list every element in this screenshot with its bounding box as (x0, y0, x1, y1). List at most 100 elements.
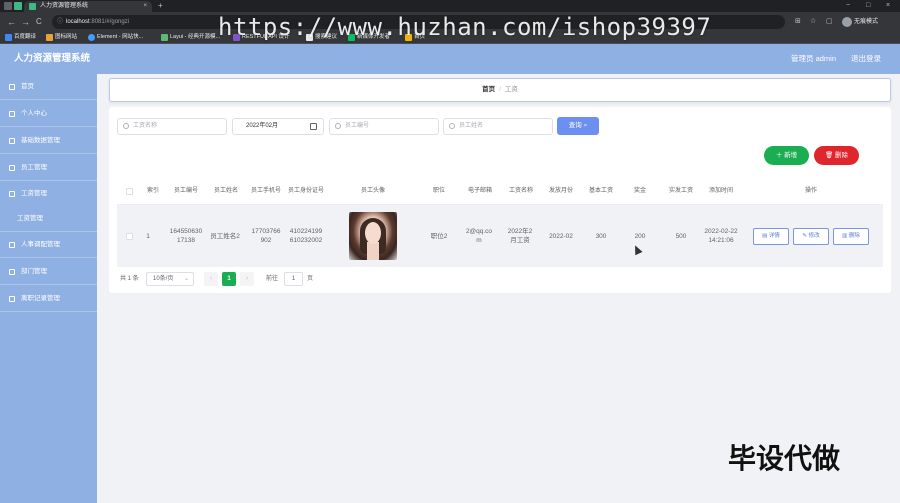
info-icon: ⓘ (57, 19, 64, 25)
search-icon (449, 123, 455, 129)
table-row[interactable]: 1 16455063017138 员工姓名2 17703766902 41022… (117, 205, 883, 267)
back-arrow-icon[interactable]: ← (7, 12, 16, 32)
edit-button[interactable]: ✎ 修改 (793, 227, 829, 245)
page-number-current[interactable]: 1 (222, 272, 236, 286)
sidebar-item-employees[interactable]: 员工管理 (0, 155, 97, 181)
sidebar: 首页 个人中心 基础数据管理 员工管理 工资管理 工资管理 人事调配管理 部门管… (0, 74, 97, 503)
sidebar-item-departments[interactable]: 部门管理 (0, 259, 97, 285)
sidebar-subitem-salary[interactable]: 工资管理 (0, 206, 97, 232)
cell-index: 1 (146, 232, 150, 240)
sidebar-item-base-data[interactable]: 基础数据管理 (0, 128, 97, 154)
watermark-text: https://www.huzhan.com/ishop39397 (218, 13, 712, 41)
reload-icon[interactable]: C (36, 12, 42, 32)
logout-link[interactable]: 退出登录 (851, 44, 881, 74)
page-size-select[interactable]: 10条/页 ⌄ (146, 272, 194, 286)
cell-salary-name: 2022年2月工资 (507, 228, 533, 244)
bookmark-item[interactable]: Element - 网站快... (88, 32, 143, 43)
search-icon: ⌕ (583, 122, 588, 129)
search-button[interactable]: 查询 ⌕ (557, 117, 599, 135)
browser-tab-title: 人力资源管理系统 (40, 3, 89, 9)
star-icon[interactable]: ☆ (810, 12, 816, 32)
promo-text: 毕设代做 (728, 442, 841, 475)
employee-number-input[interactable]: 员工编号 (329, 118, 439, 135)
browser-tab-active[interactable]: 人力资源管理系统 × (24, 1, 152, 12)
forward-arrow-icon[interactable]: → (21, 12, 30, 32)
sidebar-divider (0, 126, 97, 127)
incognito-profile[interactable]: 无痕模式 (842, 16, 878, 28)
cell-operations: ▤ 详情 ✎ 修改 ▥ 删除 (747, 205, 875, 267)
column-header: 实发工资 (668, 188, 693, 194)
trash-icon: ▥ (842, 232, 848, 239)
bookmark-icon (88, 34, 95, 41)
pinned-tab-icon[interactable] (4, 2, 12, 10)
current-user: 管理员 admin (791, 54, 837, 63)
pinned-tab-vue-icon[interactable] (14, 2, 22, 10)
url-path: :8081/#/gongzi (89, 19, 130, 25)
detail-button[interactable]: ▤ 详情 (753, 227, 789, 245)
column-header: 职位 (432, 188, 445, 194)
breadcrumb-separator: / (499, 86, 501, 93)
cell-position: 职位2 (430, 232, 448, 240)
url-host: localhost (66, 19, 90, 25)
batch-delete-button[interactable]: 🗑 删除 (814, 146, 859, 165)
sidebar-item-home[interactable]: 首页 (0, 74, 97, 100)
browser-tab-bar: 人力资源管理系统 × + − □ × (0, 0, 900, 12)
column-header: 工资名称 (508, 188, 533, 194)
sidebar-item-resignations[interactable]: 离职记录管理 (0, 286, 97, 312)
sidebar-divider (0, 257, 97, 258)
sidebar-item-salary[interactable]: 工资管理 (0, 181, 97, 207)
window-maximize-button[interactable]: □ (866, 0, 870, 12)
column-header: 员工头像 (360, 188, 385, 194)
transfer-icon (9, 242, 15, 248)
bookmark-icon (5, 34, 12, 41)
extensions-icon[interactable]: ▢ (826, 12, 833, 32)
dept-icon (9, 269, 15, 275)
vue-favicon-icon (29, 3, 36, 10)
people-icon (9, 165, 15, 171)
cell-employee-number: 16455063017138 (169, 228, 203, 244)
profile-label: 无痕模式 (854, 19, 879, 25)
add-button[interactable]: ＋ 新增 (764, 146, 809, 165)
goto-page-input[interactable]: 1 (284, 272, 303, 286)
tab-close-icon[interactable]: × (143, 1, 147, 12)
pagination-total: 共 1 条 (120, 276, 139, 282)
home-icon (9, 84, 15, 90)
employee-avatar[interactable] (349, 212, 397, 260)
column-header: 员工编号 (173, 188, 198, 194)
salary-name-input[interactable]: 工资名称 (117, 118, 227, 135)
row-delete-button[interactable]: ▥ 删除 (833, 227, 869, 245)
sidebar-item-transfer[interactable]: 人事调配管理 (0, 232, 97, 258)
month-picker[interactable]: 2022年02月 (232, 118, 324, 135)
goto-suffix: 页 (307, 276, 314, 282)
cell-avatar (339, 205, 407, 267)
bookmark-icon (46, 34, 53, 41)
bookmark-item[interactable]: 图标网站 (46, 32, 77, 43)
row-checkbox[interactable] (125, 232, 133, 240)
bookmark-item[interactable]: 百度翻译 (5, 32, 36, 43)
sidebar-item-profile[interactable]: 个人中心 (0, 101, 97, 127)
search-icon (335, 123, 341, 129)
cell-id-card: 410224199610232002 (289, 228, 323, 244)
prev-page-button[interactable]: ‹ (204, 272, 218, 286)
next-page-button[interactable]: › (240, 272, 254, 286)
column-header: 奖金 (633, 188, 646, 194)
cell-month: 2022-02 (549, 232, 573, 240)
window-close-button[interactable]: × (886, 0, 890, 12)
calendar-icon[interactable] (310, 123, 317, 130)
incognito-icon (842, 17, 852, 27)
sidebar-divider (0, 311, 97, 312)
select-all-checkbox-cell (117, 177, 141, 205)
translate-icon[interactable]: ⊞ (795, 12, 801, 32)
table-header: 索引 员工编号 员工姓名 员工手机号 员工身份证号 员工头像 职位 电子邮箱 工… (117, 177, 883, 205)
select-all-checkbox[interactable] (125, 187, 133, 195)
column-header: 发放月份 (548, 188, 573, 194)
breadcrumb: 首页 / 工资 (109, 78, 891, 102)
employee-name-input[interactable]: 员工姓名 (443, 118, 553, 135)
window-minimize-button[interactable]: − (846, 0, 850, 12)
bookmark-item[interactable]: Layui - 经典开源模... (161, 32, 220, 43)
avatar-neck (367, 242, 379, 260)
cell-actual-salary: 500 (675, 232, 687, 240)
new-tab-button[interactable]: + (158, 0, 163, 12)
breadcrumb-home[interactable]: 首页 (482, 86, 495, 93)
edit-icon: ✎ (802, 232, 808, 239)
